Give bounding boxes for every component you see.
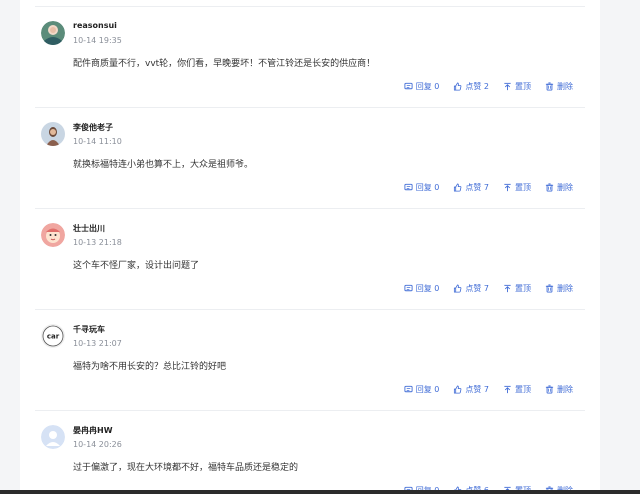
pin-label: 置顶: [515, 284, 531, 293]
reply-label: 回复 0: [415, 183, 440, 192]
pin-button[interactable]: 置顶: [503, 283, 531, 294]
bottom-divider: [0, 490, 640, 494]
like-button[interactable]: 点赞 7: [453, 283, 489, 294]
reply-icon: [404, 183, 413, 192]
comment-time: 10-14 20:26: [73, 440, 122, 449]
pin-top-icon: [503, 82, 512, 91]
comment-text: 这个车不怪厂家，设计出问题了: [73, 261, 200, 271]
reply-button[interactable]: 回复 0: [404, 283, 440, 294]
username[interactable]: 壮士出川: [73, 223, 105, 234]
trash-icon: [545, 284, 554, 293]
comment-actions: 回复 0 点赞 7 置顶 删除: [404, 384, 573, 395]
delete-button[interactable]: 删除: [545, 384, 573, 395]
pin-button[interactable]: 置顶: [503, 182, 531, 193]
thumbs-up-icon: [453, 284, 462, 293]
reply-label: 回复 0: [415, 82, 440, 91]
like-label: 点赞 7: [465, 284, 489, 293]
avatar[interactable]: [41, 122, 65, 146]
svg-text:car: car: [47, 333, 60, 341]
reply-button[interactable]: 回复 0: [404, 384, 440, 395]
delete-button[interactable]: 删除: [545, 182, 573, 193]
like-label: 点赞 7: [465, 183, 489, 192]
comment-actions: 回复 0 点赞 2 置顶 删除: [404, 81, 573, 92]
delete-label: 删除: [557, 82, 573, 91]
username[interactable]: 李俊他老子: [73, 122, 113, 133]
thumbs-up-icon: [453, 385, 462, 394]
comment-actions: 回复 0 点赞 7 置顶 删除: [404, 182, 573, 193]
reply-icon: [404, 82, 413, 91]
reply-button[interactable]: 回复 0: [404, 182, 440, 193]
pin-label: 置顶: [515, 385, 531, 394]
reply-icon: [404, 385, 413, 394]
comment-text: 就换标福特连小弟也算不上，大众是祖师爷。: [73, 160, 254, 170]
delete-button[interactable]: 删除: [545, 283, 573, 294]
comment-item: 壮士出川 10-13 21:18 这个车不怪厂家，设计出问题了 回复 0 点赞 …: [35, 208, 585, 309]
pin-label: 置顶: [515, 82, 531, 91]
reply-button[interactable]: 回复 0: [404, 81, 440, 92]
comment-text: 过于偏激了，现在大环境都不好，福特车品质还是稳定的: [73, 463, 299, 473]
like-button[interactable]: 点赞 7: [453, 182, 489, 193]
username[interactable]: 千寻玩车: [73, 324, 105, 335]
trash-icon: [545, 183, 554, 192]
comment-time: 10-13 21:18: [73, 238, 122, 247]
comment-time: 10-14 11:10: [73, 137, 122, 146]
like-button[interactable]: 点赞 7: [453, 384, 489, 395]
comment-actions: 回复 0 点赞 7 置顶 删除: [404, 283, 573, 294]
reply-label: 回复 0: [415, 385, 440, 394]
avatar[interactable]: car: [41, 324, 65, 348]
comment-item: reasonsui 10-14 19:35 配件商质量不行，vvt轮，你们看，早…: [35, 6, 585, 107]
avatar[interactable]: [41, 223, 65, 247]
comment-text: 福特为啥不用长安的？总比江铃的好吧: [73, 362, 227, 372]
thumbs-up-icon: [453, 82, 462, 91]
trash-icon: [545, 385, 554, 394]
avatar[interactable]: [41, 21, 65, 45]
comment-item: car 千寻玩车 10-13 21:07 福特为啥不用长安的？总比江铃的好吧 回…: [35, 309, 585, 410]
pin-label: 置顶: [515, 183, 531, 192]
comment-item: 李俊他老子 10-14 11:10 就换标福特连小弟也算不上，大众是祖师爷。 回…: [35, 107, 585, 208]
pin-top-icon: [503, 183, 512, 192]
reply-label: 回复 0: [415, 284, 440, 293]
pin-button[interactable]: 置顶: [503, 384, 531, 395]
delete-label: 删除: [557, 183, 573, 192]
pin-top-icon: [503, 385, 512, 394]
like-button[interactable]: 点赞 2: [453, 81, 489, 92]
username[interactable]: 晏冉冉HW: [73, 425, 113, 436]
trash-icon: [545, 82, 554, 91]
comment-time: 10-13 21:07: [73, 339, 122, 348]
pin-top-icon: [503, 284, 512, 293]
delete-label: 删除: [557, 385, 573, 394]
pin-button[interactable]: 置顶: [503, 81, 531, 92]
comment-time: 10-14 19:35: [73, 36, 122, 45]
delete-label: 删除: [557, 284, 573, 293]
reply-icon: [404, 284, 413, 293]
comment-list: reasonsui 10-14 19:35 配件商质量不行，vvt轮，你们看，早…: [20, 0, 600, 494]
thumbs-up-icon: [453, 183, 462, 192]
delete-button[interactable]: 删除: [545, 81, 573, 92]
avatar[interactable]: [41, 425, 65, 449]
comment-text: 配件商质量不行，vvt轮，你们看，早晚要坏！不管江铃还是长安的供应商！: [73, 59, 376, 69]
comment-item: 晏冉冉HW 10-14 20:26 过于偏激了，现在大环境都不好，福特车品质还是…: [35, 410, 585, 494]
like-label: 点赞 7: [465, 385, 489, 394]
username[interactable]: reasonsui: [73, 21, 117, 30]
like-label: 点赞 2: [465, 82, 489, 91]
